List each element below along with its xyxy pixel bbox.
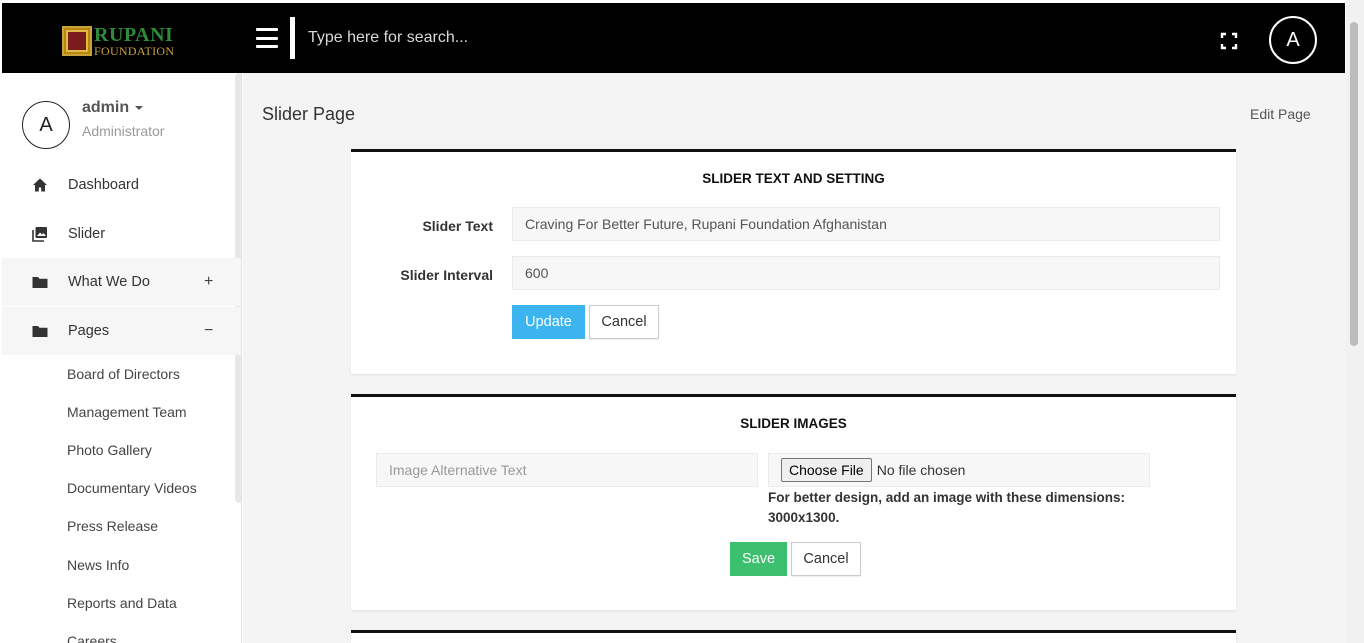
sidebar-subitem-documentary-videos[interactable]: Documentary Videos	[67, 480, 197, 496]
cancel-button[interactable]: Cancel	[589, 305, 659, 339]
sidebar-subitem-news-info[interactable]: News Info	[67, 557, 129, 573]
slider-interval-input[interactable]	[512, 256, 1220, 290]
page-title: Slider Page	[262, 104, 356, 124]
sidebar-item-slider[interactable]: Slider	[2, 210, 241, 258]
next-card	[351, 630, 1236, 643]
choose-file-button[interactable]: Choose File	[781, 458, 872, 482]
sidebar-subitem-careers[interactable]: Careers	[67, 633, 117, 643]
slider-images-heading: SLIDER IMAGES	[740, 416, 847, 431]
edit-page-link[interactable]: Edit Page	[1250, 106, 1311, 122]
sidebar-subitem-photo-gallery[interactable]: Photo Gallery	[67, 442, 152, 458]
sidebar-subitem-board-of-directors[interactable]: Board of Directors	[67, 366, 180, 382]
sidebar-item-dashboard[interactable]: Dashboard	[2, 161, 241, 209]
main-content: Slider Page Edit Page SLIDER TEXT AND SE…	[243, 73, 1346, 643]
sidebar-subitem-reports-and-data[interactable]: Reports and Data	[67, 595, 177, 611]
logo-emblem-icon	[62, 26, 92, 56]
sidebar: A admin Administrator Dashboard Slider W…	[2, 73, 242, 643]
caret-down-icon	[135, 105, 144, 110]
sidebar-item-label: Slider	[68, 226, 106, 242]
avatar[interactable]: A	[22, 101, 70, 149]
image-file-input[interactable]: Choose File No file chosen	[768, 453, 1150, 487]
slider-text-input[interactable]	[512, 207, 1220, 241]
folder-icon	[32, 326, 48, 337]
sidebar-subitem-management-team[interactable]: Management Team	[67, 404, 187, 420]
top-bar: RUPANI FOUNDATION A	[2, 3, 1345, 73]
images-icon	[32, 227, 47, 242]
user-menu[interactable]: admin	[82, 99, 144, 117]
top-avatar[interactable]: A	[1269, 16, 1317, 64]
user-profile: A admin Administrator	[22, 99, 164, 149]
sidebar-item-label: Dashboard	[68, 177, 139, 193]
user-name: admin	[82, 99, 130, 116]
search-input[interactable]	[300, 21, 800, 55]
folder-icon	[32, 277, 48, 288]
cancel-button[interactable]: Cancel	[791, 542, 861, 576]
slider-images-card: SLIDER IMAGES Choose File No file chosen…	[351, 394, 1236, 610]
user-role: Administrator	[82, 123, 165, 139]
page-scrollbar[interactable]	[1346, 0, 1364, 643]
image-dimension-hint: For better design, add an image with the…	[768, 490, 1126, 525]
expand-plus-icon[interactable]: +	[204, 273, 213, 291]
sidebar-item-pages[interactable]: Pages −	[2, 307, 241, 355]
image-alt-text-input[interactable]	[376, 453, 758, 487]
sidebar-item-label: What We Do	[68, 274, 150, 290]
rupani-foundation-logo[interactable]: RUPANI FOUNDATION	[62, 23, 182, 59]
sidebar-item-label: Pages	[68, 323, 110, 339]
hamburger-icon[interactable]	[256, 28, 278, 48]
logo-name-line1: RUPANI	[94, 24, 174, 46]
page-scrollbar-thumb[interactable]	[1350, 22, 1358, 346]
file-status: No file chosen	[876, 462, 966, 478]
sidebar-item-what-we-do[interactable]: What We Do +	[2, 258, 241, 306]
collapse-minus-icon[interactable]: −	[204, 322, 213, 340]
home-icon	[33, 178, 47, 192]
slider-settings-card: SLIDER TEXT AND SETTING Slider Text Slid…	[351, 149, 1236, 374]
save-button[interactable]: Save	[730, 542, 787, 576]
slider-interval-label: Slider Interval	[400, 267, 493, 283]
logo-name-line2: FOUNDATION	[94, 44, 175, 58]
update-button[interactable]: Update	[512, 305, 585, 339]
search-divider	[290, 17, 295, 59]
slider-text-label: Slider Text	[422, 218, 493, 234]
sidebar-subitem-press-release[interactable]: Press Release	[67, 518, 158, 534]
fullscreen-icon[interactable]	[1219, 31, 1239, 51]
slider-settings-heading: SLIDER TEXT AND SETTING	[702, 171, 885, 186]
